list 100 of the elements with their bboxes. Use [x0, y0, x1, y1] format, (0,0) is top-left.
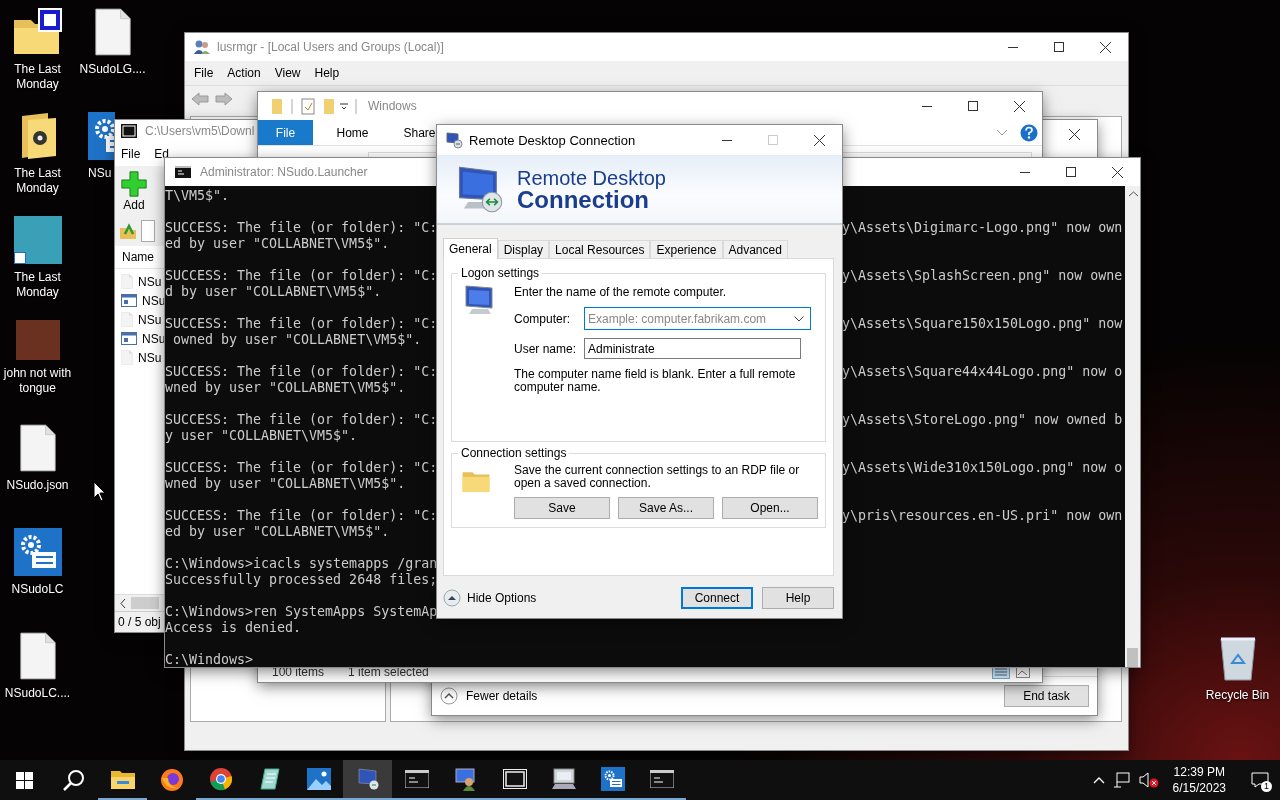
add-button[interactable]: Add — [121, 170, 147, 212]
maximize-icon[interactable] — [1066, 167, 1076, 177]
banner-title: Remote Desktop — [517, 167, 666, 189]
computer-combobox[interactable]: Example: computer.fabrikam.com — [584, 307, 811, 330]
console-line: SUCCESS: The file (or folder): "C: — [165, 412, 438, 428]
window-title: Remote Desktop Connection — [469, 132, 636, 148]
taskbar-button[interactable] — [343, 760, 392, 800]
console-line: SUCCESS: The file (or folder): "C: — [165, 316, 438, 332]
chevron-down-icon[interactable] — [794, 315, 804, 322]
warning-text: The computer name field is blank. Enter a full remote computer name. — [514, 368, 797, 394]
scrollbar-thumb[interactable] — [1127, 648, 1138, 667]
desktop-shortcut[interactable]: NSudo.json — [0, 420, 75, 524]
tab[interactable]: Local Resources — [549, 240, 651, 258]
computer-monitor-icon — [462, 284, 496, 316]
action-button[interactable]: Open... — [722, 497, 818, 519]
windows-logo-icon — [16, 771, 33, 789]
close-icon[interactable] — [1111, 166, 1123, 178]
desktop-shortcut[interactable]: The Last Monday — [0, 108, 75, 212]
volume-muted-icon[interactable] — [1138, 772, 1159, 788]
file-icon — [121, 350, 133, 365]
console-line: SUCCESS: The file (or folder): "C: — [165, 268, 438, 284]
desktop-shortcut[interactable]: Recycle Bin — [1200, 630, 1275, 734]
photo-placeholder — [15, 320, 60, 360]
close-icon[interactable] — [1068, 128, 1080, 140]
menu-item[interactable]: View — [268, 63, 307, 83]
ribbon-tab[interactable]: File — [258, 120, 313, 145]
chevron-left-icon — [120, 598, 126, 608]
notepad-icon — [258, 767, 281, 791]
console-line: SUCCESS: The file (or folder): "C: — [165, 220, 438, 236]
plus-icon — [121, 170, 147, 197]
console-line: SUCCESS: The file (or folder): "C: — [165, 364, 438, 380]
file-name[interactable]: NSu — [138, 350, 162, 365]
mouse-pointer-icon — [93, 481, 107, 502]
desktop-shortcut[interactable]: The Last Monday — [0, 212, 75, 316]
dialog-button[interactable]: Help — [762, 587, 834, 609]
maximize-icon[interactable] — [968, 101, 978, 111]
prompt-text: Enter the name of the remote computer. — [514, 285, 728, 299]
notifications-button[interactable]: 1 — [1240, 760, 1280, 800]
close-icon[interactable] — [1013, 100, 1025, 112]
ribbon-tab[interactable]: Home — [325, 120, 380, 145]
network-icon[interactable] — [1112, 772, 1131, 788]
file-name[interactable]: NSu — [138, 274, 162, 289]
file-icon — [121, 274, 133, 289]
computer-icon — [550, 768, 577, 790]
field-label: Computer: — [514, 311, 572, 326]
settings-app-icon — [600, 767, 625, 791]
window-app-icon — [121, 294, 137, 307]
desktop-shortcut[interactable]: NSudoLC.... — [0, 628, 75, 732]
console-line: y\pris\resources.en-US.pri" now own — [842, 508, 1123, 524]
end-task-button[interactable]: End task — [1004, 685, 1089, 707]
menu-item[interactable]: File — [115, 144, 147, 164]
close-icon[interactable] — [1099, 41, 1111, 53]
maximize-icon[interactable] — [1054, 42, 1064, 52]
action-button[interactable]: Save As... — [618, 497, 714, 519]
tab[interactable]: Display — [497, 240, 550, 258]
field-label: User name: — [514, 341, 578, 356]
console-line: y\Assets\StoreLogo.png" now owned b — [842, 412, 1123, 428]
address-field[interactable] — [141, 220, 155, 242]
status-text: 0 / 5 obj — [118, 615, 161, 629]
console-line: ed by user "COLLABNET\VM5$". — [165, 524, 390, 540]
settings-app-icon — [13, 528, 62, 576]
console-line: wned by user "COLLABNET\VM5$". — [165, 380, 406, 396]
desktop-shortcut[interactable]: The Last Monday — [0, 4, 75, 108]
tab[interactable]: Experience — [650, 240, 723, 258]
group-title: Logon settings — [460, 266, 541, 280]
menu-item[interactable]: File — [188, 63, 220, 83]
dialog-button[interactable]: Connect — [681, 587, 753, 609]
file-icon — [93, 8, 132, 56]
desktop-shortcut[interactable]: john not with tongue — [0, 316, 75, 420]
scrollbar-thumb[interactable] — [131, 597, 159, 609]
archive-app-icon — [121, 124, 137, 138]
desktop-shortcut[interactable]: NSudoLC — [0, 524, 75, 628]
console-line: y\Assets\Digimarc-Logo.png" now own — [842, 220, 1123, 236]
hide-options-button[interactable]: Hide Options — [443, 589, 537, 607]
description-text: Save the current connection settings to an RDP file or open a saved connection. — [514, 464, 801, 490]
menu-item[interactable]: Action — [221, 63, 267, 83]
chevron-up-icon[interactable] — [1092, 776, 1105, 784]
group-title: Connection settings — [460, 446, 568, 460]
console-line: C:\Windows>ren SystemApps SystemAp — [165, 604, 438, 620]
desktop-shortcut[interactable]: NSudoLG.... — [75, 4, 150, 108]
console-line: C:\Windows> — [165, 652, 254, 667]
chevron-up-circle-icon — [440, 687, 458, 705]
help-icon[interactable] — [1020, 123, 1038, 142]
console-line: C:\Windows>icacls systemapps /gran — [165, 556, 438, 572]
username-field[interactable]: Administrate — [584, 338, 801, 359]
console-line: y user "COLLABNET\VM5$". — [165, 428, 358, 444]
close-icon[interactable] — [813, 134, 825, 146]
banner-title: Connection — [517, 189, 649, 211]
fewer-details-button[interactable]: Fewer details — [440, 687, 538, 705]
clock[interactable]: 12:39 PM 6/15/2023 — [1166, 764, 1232, 796]
search-icon — [62, 769, 85, 791]
file-name[interactable]: NSu — [138, 312, 162, 327]
tab[interactable]: Advanced — [722, 240, 788, 258]
file-icon — [121, 312, 133, 327]
tab[interactable]: General — [443, 238, 498, 259]
console-line: T\VM5$". — [165, 188, 230, 204]
image-icon — [306, 768, 331, 790]
action-button[interactable]: Save — [514, 497, 610, 519]
console-line: Access is denied. — [165, 620, 302, 636]
menu-item[interactable]: Help — [308, 63, 346, 83]
